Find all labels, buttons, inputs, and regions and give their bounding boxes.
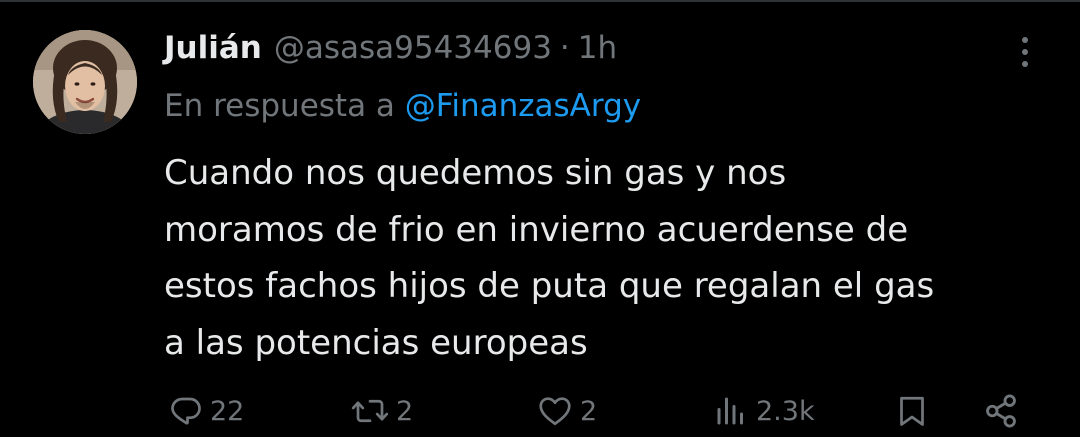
reply-button[interactable]: 22 [168, 386, 244, 436]
more-options-button[interactable] [1010, 32, 1040, 72]
bookmark-icon [900, 396, 924, 426]
views-icon [717, 397, 743, 425]
views-button[interactable]: 2.3k [712, 386, 815, 436]
retweet-count: 2 [396, 395, 414, 427]
more-vertical-icon [1022, 37, 1028, 67]
like-count: 2 [580, 395, 598, 427]
views-count: 2.3k [756, 395, 815, 427]
reply-prefix: En respuesta a [164, 88, 405, 124]
tweet-timestamp[interactable]: 1h [578, 30, 617, 66]
tweet-text: Cuando nos quedemos sin gas y nos moramo… [164, 153, 935, 363]
author-handle[interactable]: @asasa95434693 [274, 30, 552, 66]
tweet-card[interactable]: Julián @asasa95434693 · 1h En respuesta … [0, 0, 1080, 437]
avatar[interactable] [33, 30, 137, 134]
bookmark-button[interactable] [894, 386, 930, 436]
share-button[interactable] [982, 386, 1020, 436]
share-icon [986, 394, 1016, 428]
author-display-name[interactable]: Julián [164, 30, 262, 66]
reply-context: En respuesta a @FinanzasArgy [164, 84, 641, 128]
avatar-image [33, 30, 137, 134]
tweet-header: Julián @asasa95434693 · 1h [164, 26, 617, 70]
reply-mention-link[interactable]: @FinanzasArgy [405, 88, 641, 124]
retweet-button[interactable]: 2 [350, 386, 413, 436]
retweet-icon [351, 399, 389, 423]
reply-count: 22 [210, 395, 245, 427]
header-separator: · [559, 30, 570, 66]
action-bar: 22 2 2 2.3k [0, 386, 1080, 436]
heart-icon [539, 397, 571, 426]
like-button[interactable]: 2 [536, 386, 597, 436]
reply-icon [171, 397, 201, 425]
